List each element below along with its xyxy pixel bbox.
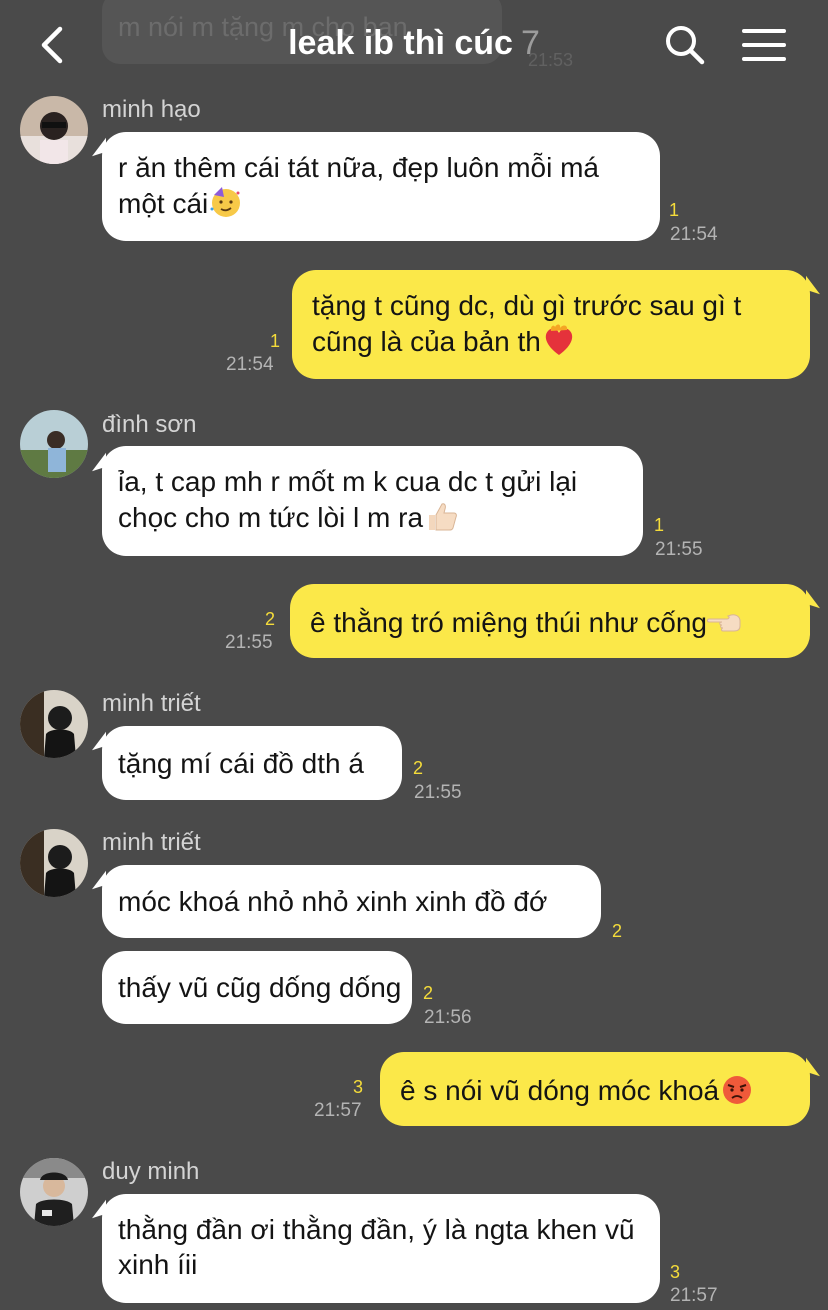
message-bubble[interactable]: thấy vũ cũg dống dống	[102, 951, 412, 1024]
message-time: 21:54	[226, 354, 274, 375]
message-text: móc khoá nhỏ nhỏ xinh xinh đồ đớ	[118, 886, 548, 917]
avatar-photo	[20, 96, 88, 164]
chat-room-name: leak ib thì cúc	[288, 24, 513, 62]
avatar-photo	[20, 829, 88, 897]
avatar-minh-hao[interactable]	[20, 96, 88, 164]
unread-count: 2	[265, 609, 276, 629]
unread-count: 3	[353, 1077, 364, 1097]
message-bubble[interactable]: tặng mí cái đồ dth á	[102, 726, 402, 800]
unread-count: 2	[423, 983, 434, 1003]
message-bubble[interactable]: móc khoá nhỏ nhỏ xinh xinh đồ đớ	[102, 865, 601, 938]
search-button[interactable]	[660, 20, 708, 70]
message-text-content: ê thằng tró miệng thúi như cống	[310, 607, 708, 638]
message-bubble[interactable]: tặng t cũng dc, dù gì trước sau gì t cũn…	[292, 270, 810, 379]
sender-name: minh triết	[102, 690, 201, 717]
unread-count: 1	[654, 515, 665, 535]
message-text: tặng t cũng dc, dù gì trước sau gì t cũn…	[312, 288, 794, 359]
sender-name: đình sơn	[102, 411, 197, 438]
unread-count: 2	[612, 921, 623, 941]
message-time: 21:56	[424, 1007, 472, 1028]
message-text: ê s nói vũ dóng móc khoá	[400, 1072, 794, 1108]
message-text: thấy vũ cũg dống dống	[118, 972, 402, 1003]
search-icon	[666, 26, 705, 65]
message-time: 21:55	[414, 782, 462, 803]
message-text-content: r ăn thêm cái tát nữa, đẹp luôn mỗi má m…	[118, 152, 599, 219]
unread-count: 2	[413, 758, 424, 778]
avatar-photo	[20, 690, 88, 758]
message-bubble[interactable]: ê thằng tró miệng thúi như cống	[290, 584, 810, 658]
message-time: 21:54	[670, 224, 718, 245]
message-bubble[interactable]: thằng đần ơi thằng đần, ý là ngta khen v…	[102, 1194, 660, 1303]
message-time: 21:57	[670, 1285, 718, 1306]
message-bubble[interactable]: ê s nói vũ dóng móc khoá	[380, 1052, 810, 1126]
avatar-photo	[20, 410, 88, 478]
avatar-minh-triet[interactable]	[20, 690, 88, 758]
hamburger-menu-icon	[742, 29, 786, 61]
message-text-content: tặng t cũng dc, dù gì trước sau gì t cũn…	[312, 290, 742, 357]
chat-screen: m nói m tặng m cho bạn 21:53 leak ib thì…	[0, 0, 828, 1310]
thumbs-up-emoji-icon	[429, 503, 457, 531]
backhand-index-pointing-left-emoji-icon	[707, 614, 741, 632]
message-time: 21:55	[655, 539, 703, 560]
pouting-face-emoji-icon	[723, 1076, 752, 1104]
partying-face-emoji-icon	[210, 187, 241, 217]
message-text: ê thằng tró miệng thúi như cống	[310, 604, 794, 640]
heart-on-fire-emoji-icon	[545, 324, 573, 355]
unread-count: 1	[270, 331, 281, 351]
avatar-dinh-son[interactable]	[20, 410, 88, 478]
message-time: 21:55	[225, 632, 273, 653]
avatar-photo	[20, 1158, 88, 1226]
message-text-content: ỉa, t cap mh r mốt m k cua dc t gửi lại …	[118, 466, 578, 533]
message-text: tặng mí cái đồ dth á	[118, 748, 364, 779]
avatar-duy-minh[interactable]	[20, 1158, 88, 1226]
message-bubble[interactable]: r ăn thêm cái tát nữa, đẹp luôn mỗi má m…	[102, 132, 660, 241]
message-text: ỉa, t cap mh r mốt m k cua dc t gửi lại …	[118, 464, 627, 535]
sender-name: minh hạo	[102, 96, 201, 123]
unread-count: 3	[670, 1262, 681, 1282]
avatar-minh-triet[interactable]	[20, 829, 88, 897]
message-text-content: ê s nói vũ dóng móc khoá	[400, 1075, 720, 1106]
menu-button[interactable]	[738, 22, 790, 68]
message-text: r ăn thêm cái tát nữa, đẹp luôn mỗi má m…	[118, 150, 644, 221]
message-text: thằng đần ơi thằng đần, ý là ngta khen v…	[118, 1214, 635, 1280]
member-count: 7	[520, 24, 540, 62]
sender-name: duy minh	[102, 1158, 200, 1185]
sender-name: minh triết	[102, 829, 201, 856]
message-time: 21:57	[314, 1100, 362, 1121]
message-bubble[interactable]: ỉa, t cap mh r mốt m k cua dc t gửi lại …	[102, 446, 643, 556]
unread-count: 1	[669, 200, 680, 220]
